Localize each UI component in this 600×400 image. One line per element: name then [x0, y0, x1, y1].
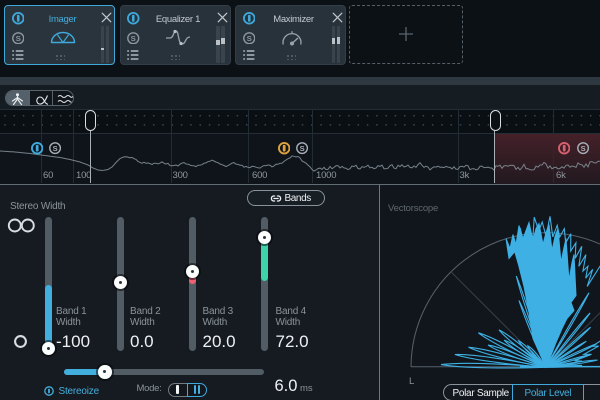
- svg-text:S: S: [246, 34, 251, 43]
- svg-text:S: S: [300, 144, 305, 153]
- svg-text:S: S: [15, 34, 20, 43]
- svg-text:S: S: [52, 144, 57, 153]
- svg-text:S: S: [131, 34, 136, 43]
- svg-text:S: S: [581, 144, 586, 153]
